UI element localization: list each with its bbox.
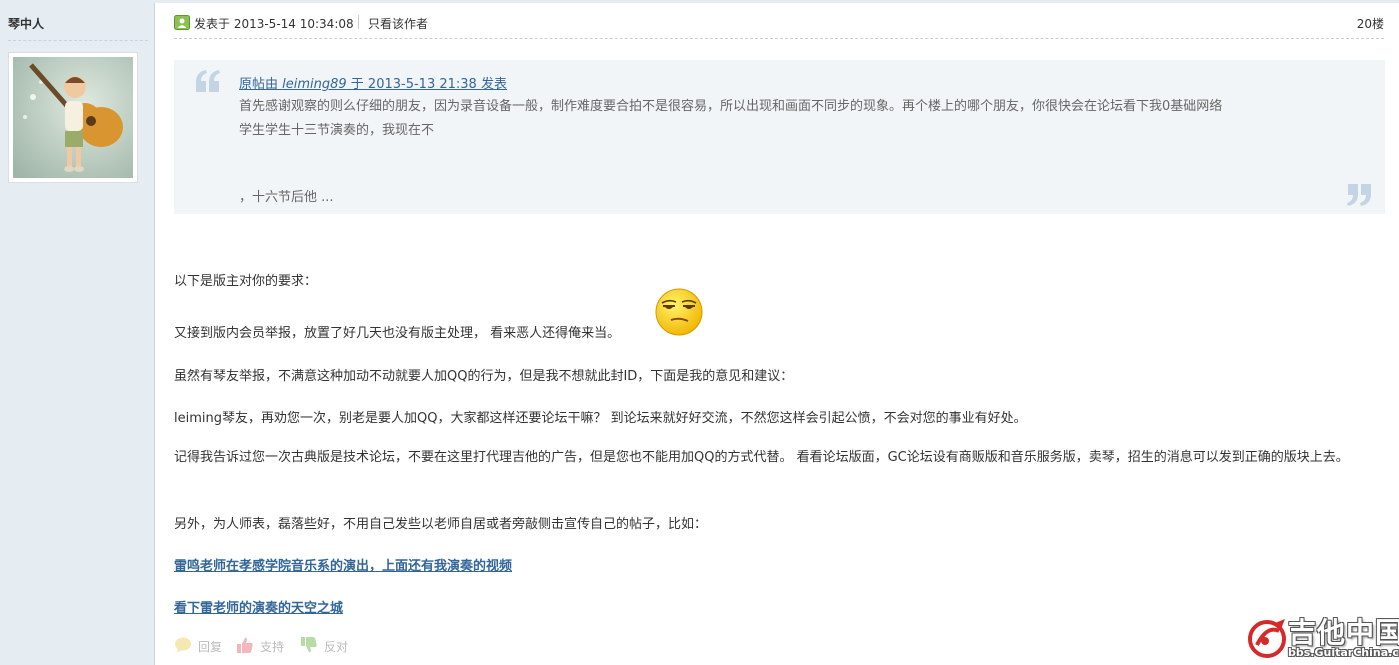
guitar-boy-avatar-icon xyxy=(13,57,133,178)
post-paragraph: leiming琴友，再劝您一次，别老是要人加QQ，大家都这样还要论坛干嘛？ 到论… xyxy=(174,411,1027,426)
online-status-icon xyxy=(174,15,190,30)
header-separator xyxy=(174,38,1384,39)
quote-text-line: ，十六节后他 ... xyxy=(239,190,334,205)
top-border xyxy=(0,0,1399,3)
author-divider xyxy=(8,40,148,41)
quote-block: 原帖由 leiming89 于 2013-5-13 21:38 发表 首先感谢观… xyxy=(174,60,1385,214)
thumbs-down-icon xyxy=(301,637,317,653)
author-sidebar: 琴中人 xyxy=(0,3,155,665)
quote-text-line: 学生学生十三节演奏的，我现在不 xyxy=(239,123,435,138)
open-quote-icon xyxy=(196,70,220,92)
post-paragraph: 以下是版主对你的要求： xyxy=(174,274,318,289)
smug-face-emoji-icon xyxy=(655,288,703,336)
quote-source-link[interactable]: 原帖由 leiming89 于 2013-5-13 21:38 发表 xyxy=(239,73,507,92)
close-quote-icon xyxy=(1347,184,1371,206)
post-paragraph: 虽然有琴友举报，不满意这种加动不动就要人加QQ的行为，但是我不想就此封ID，下面… xyxy=(174,369,794,384)
post-paragraph: 又接到版内会员举报，放置了好几天也没有版主处理， 看来恶人还得俺来当。 xyxy=(174,326,621,341)
quote-source-author[interactable]: leiming89 xyxy=(282,77,347,92)
quote-source-suffix: 于 2013-5-13 21:38 发表 xyxy=(346,77,507,92)
reply-icon xyxy=(175,637,191,653)
floor-number[interactable]: 20楼 xyxy=(1357,15,1384,32)
post-link[interactable]: 看下雷老师的演奏的天空之城 xyxy=(174,597,343,616)
guitarchina-logo-icon xyxy=(1248,619,1286,658)
author-name[interactable]: 琴中人 xyxy=(8,15,44,32)
header-divider xyxy=(358,15,359,29)
site-watermark: 吉他中国 bbs.GuitarChina.com xyxy=(1245,611,1399,663)
quote-text-line: 首先感谢观察的则么仔细的朋友，因为录音设备一般，制作难度要合拍不是很容易，所以出… xyxy=(239,99,1223,114)
reply-label: 回复 xyxy=(198,640,223,654)
quote-source-prefix: 原帖由 xyxy=(239,77,283,92)
support-label: 支持 xyxy=(260,640,285,654)
post-time: 发表于 2013-5-14 10:34:08 xyxy=(194,17,354,31)
thumbs-up-icon xyxy=(237,637,253,653)
post-header: 发表于 2013-5-14 10:34:08 只看该作者 20楼 xyxy=(174,14,1384,32)
watermark-url: bbs.GuitarChina.com xyxy=(1288,646,1399,659)
post-paragraph: 另外，为人师表，磊落些好，不用自己发些以老师自居或者旁敲侧击宣传自己的帖子，比如… xyxy=(174,517,708,532)
post-paragraph: 记得我告诉过您一次古典版是技术论坛，不要在这里打代理吉他的广告，但是您也不能用加… xyxy=(174,450,1349,465)
post-link[interactable]: 雷鸣老师在孝感学院音乐系的演出，上面还有我演奏的视频 xyxy=(174,555,512,574)
oppose-label: 反对 xyxy=(324,640,349,654)
avatar[interactable] xyxy=(8,52,138,183)
watermark-site-name: 吉他中国 xyxy=(1288,616,1399,649)
only-author-link[interactable]: 只看该作者 xyxy=(368,15,428,32)
